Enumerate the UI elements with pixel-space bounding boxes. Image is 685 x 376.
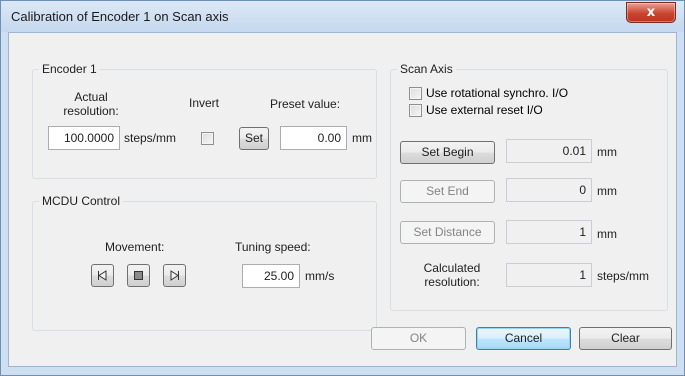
- begin-value-field: 0.01: [506, 139, 592, 163]
- mcdu-group: MCDU Control Movement: Tuning speed: 25.…: [32, 194, 377, 331]
- scan-axis-group: Scan Axis Use rotational synchro. I/O Us…: [390, 62, 668, 311]
- calculated-resolution-label: Calculated resolution:: [423, 261, 481, 289]
- actual-resolution-unit: steps/mm: [124, 131, 177, 145]
- set-preset-button[interactable]: Set: [239, 127, 269, 150]
- preset-value-unit: mm: [352, 131, 372, 145]
- dialog-client-area: Encoder 1 Actual resolution: Invert Pres…: [8, 32, 677, 367]
- set-begin-button[interactable]: Set Begin: [400, 141, 495, 164]
- encoder-group: Encoder 1 Actual resolution: Invert Pres…: [32, 62, 377, 179]
- preset-value-label: Preset value:: [270, 97, 341, 111]
- close-icon: x: [646, 5, 656, 20]
- tuning-speed-label: Tuning speed:: [235, 240, 311, 254]
- use-external-label: Use external reset I/O: [426, 103, 543, 117]
- move-left-button[interactable]: [91, 264, 114, 287]
- use-rotational-option[interactable]: Use rotational synchro. I/O: [409, 86, 568, 100]
- actual-resolution-label: Actual resolution:: [63, 90, 119, 118]
- actual-resolution-field[interactable]: 100.0000: [48, 126, 120, 150]
- ok-button[interactable]: OK: [371, 327, 466, 350]
- preset-value-field[interactable]: 0.00: [280, 126, 347, 150]
- use-external-option[interactable]: Use external reset I/O: [409, 103, 543, 117]
- step-left-icon: [98, 270, 107, 281]
- end-unit: mm: [597, 184, 617, 198]
- title-bar[interactable]: Calibration of Encoder 1 on Scan axis x: [1, 1, 684, 32]
- invert-label: Invert: [189, 96, 220, 110]
- invert-checkbox[interactable]: [201, 132, 214, 145]
- tuning-speed-unit: mm/s: [305, 269, 335, 283]
- movement-label: Movement:: [105, 240, 165, 254]
- window-title: Calibration of Encoder 1 on Scan axis: [11, 9, 229, 24]
- use-rotational-checkbox[interactable]: [409, 86, 422, 100]
- begin-unit: mm: [597, 145, 617, 159]
- close-button[interactable]: x: [626, 2, 676, 23]
- set-end-button[interactable]: Set End: [400, 180, 495, 203]
- distance-value-field: 1: [506, 220, 592, 244]
- step-right-icon: [170, 270, 179, 281]
- stop-icon: [134, 271, 143, 280]
- scan-axis-group-legend: Scan Axis: [397, 62, 456, 76]
- encoder-group-legend: Encoder 1: [39, 62, 100, 76]
- mcdu-group-legend: MCDU Control: [39, 194, 124, 208]
- use-external-checkbox[interactable]: [409, 103, 422, 117]
- dialog-window: Calibration of Encoder 1 on Scan axis x …: [0, 0, 685, 376]
- clear-button[interactable]: Clear: [579, 327, 672, 350]
- calculated-resolution-field: 1: [506, 263, 592, 287]
- cancel-button[interactable]: Cancel: [476, 327, 571, 350]
- set-distance-button[interactable]: Set Distance: [400, 221, 495, 244]
- tuning-speed-field[interactable]: 25.00: [242, 264, 300, 288]
- distance-unit: mm: [597, 227, 617, 241]
- use-rotational-label: Use rotational synchro. I/O: [426, 86, 569, 100]
- calculated-resolution-unit: steps/mm: [597, 269, 650, 283]
- move-right-button[interactable]: [163, 264, 186, 287]
- stop-button[interactable]: [127, 264, 150, 287]
- end-value-field: 0: [506, 178, 592, 202]
